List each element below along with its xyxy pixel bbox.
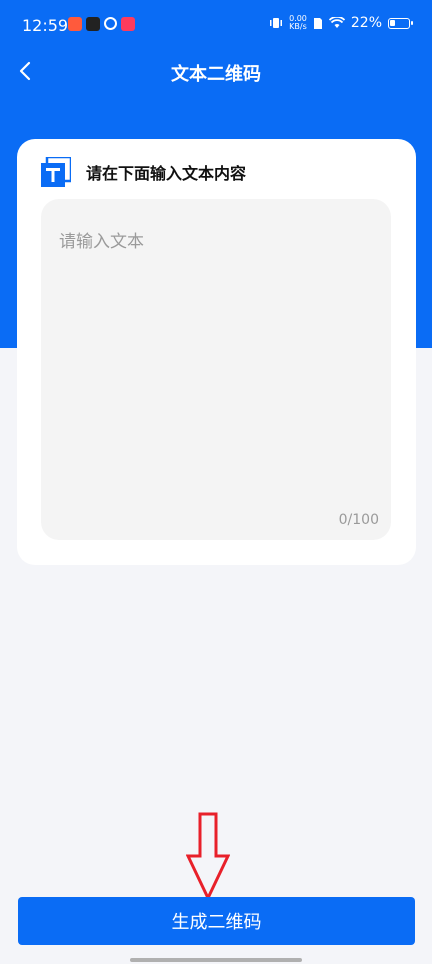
navigation-header: 文本二维码 xyxy=(0,50,432,94)
status-bar: 12:59 0.00 KB/s 22% xyxy=(0,0,432,50)
home-indicator xyxy=(130,958,302,962)
shop-app-notification-icon xyxy=(121,17,135,31)
sim-icon xyxy=(313,17,322,29)
text-input[interactable] xyxy=(41,199,391,540)
battery-percent: 22% xyxy=(350,15,382,31)
card-header: 请在下面输入文本内容 xyxy=(41,157,246,187)
status-indicators: 0.00 KB/s 22% xyxy=(269,14,413,31)
notification-icons xyxy=(68,17,135,31)
text-area-container: 0/100 xyxy=(41,199,391,540)
text-input-card: 请在下面输入文本内容 0/100 xyxy=(17,139,416,565)
battery-icon xyxy=(388,17,413,29)
wifi-icon xyxy=(328,17,345,28)
network-speed: 0.00 KB/s xyxy=(289,14,307,31)
text-t-icon xyxy=(41,157,71,187)
status-time: 12:59 xyxy=(22,16,69,35)
card-title: 请在下面输入文本内容 xyxy=(86,164,247,183)
character-counter: 0/100 xyxy=(338,512,379,528)
down-arrow-icon xyxy=(186,812,230,900)
link-app-notification-icon xyxy=(104,17,117,30)
vibrate-icon xyxy=(270,18,283,28)
app-notification-icon xyxy=(68,17,82,31)
page-title: 文本二维码 xyxy=(171,64,261,85)
generate-qrcode-button[interactable]: 生成二维码 xyxy=(18,897,415,945)
video-app-notification-icon xyxy=(86,17,100,31)
